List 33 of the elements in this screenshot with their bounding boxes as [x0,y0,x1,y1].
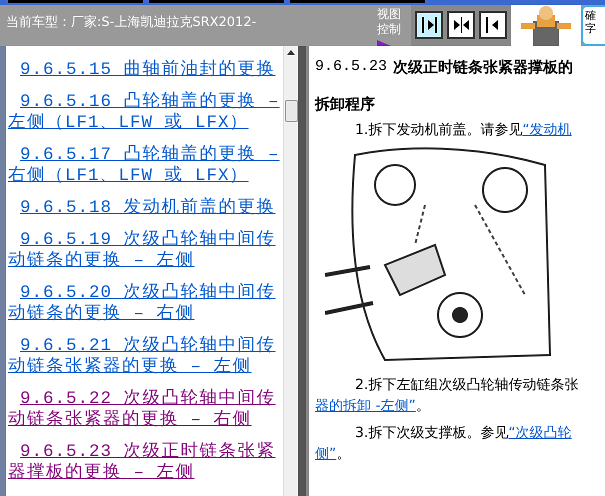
toc-link[interactable]: 9.6.5.16 凸轮轴盖的更换 – 左侧（LF1、LFW 或 LFX） [8,92,283,134]
scroll-thumb[interactable] [285,100,298,122]
view-layout-button[interactable] [479,11,507,39]
step-text: 1.拆下发动机前盖。请参见 [355,121,522,140]
view-layout-icon [452,16,470,34]
toc-link[interactable]: 9.6.5.19 次级凸轮轴中间传动链条的更换 – 左侧 [8,230,283,272]
toc-link[interactable]: 9.6.5.15 曲轴前油封的更换 [8,60,283,81]
scrollbar[interactable] [283,46,298,496]
reference-link[interactable]: “发动机 [522,120,572,141]
toc-link[interactable]: 9.6.5.21 次级凸轮轴中间传动链条张紧器的更换 – 左侧 [8,336,283,378]
side-label: 確 字 [581,5,605,46]
corner-triangle-icon [377,40,391,46]
toc-link[interactable]: 9.6.5.22 次级凸轮轴中间传动链条张紧器的更换 – 右侧 [8,389,283,431]
step-text: 。 [336,445,350,464]
view-layout-button[interactable] [415,11,443,39]
section-number: 9.6.5.23 [315,58,388,77]
car-model-label: 当前车型：厂家:S-上海凯迪拉克SRX2012- [5,14,258,32]
reference-link[interactable]: “次级凸轮 [508,423,572,444]
view-layout-icon [420,16,438,34]
section-title: 次级正时链条张紧器撑板的 [393,58,574,77]
procedure-heading: 拆卸程序 [315,95,376,114]
view-layout-button[interactable] [447,11,475,39]
view-control-label: 视图控制 [377,7,401,36]
toc-link[interactable]: 9.6.5.18 发动机前盖的更换 [8,198,283,219]
toc-link[interactable]: 9.6.5.23 次级正时链条张紧器撑板的更换 – 左侧 [8,442,283,484]
step-text: 3.拆下次级支撑板。参见 [355,424,508,443]
scroll-up-icon[interactable] [287,50,295,55]
step-text: 2.拆下左缸组次级凸轮轴传动链条张 [355,376,578,395]
step-text: 。 [416,397,430,416]
toc-link[interactable]: 9.6.5.20 次级凸轮轴中间传动链条的更换 – 右侧 [8,283,283,325]
reference-link[interactable]: 器的拆卸 -左侧” [315,396,416,417]
toc-link[interactable]: 9.6.5.17 凸轮轴盖的更换 – 右侧（LF1、LFW 或 LFX） [8,145,283,187]
reference-link[interactable]: 侧” [315,444,336,465]
